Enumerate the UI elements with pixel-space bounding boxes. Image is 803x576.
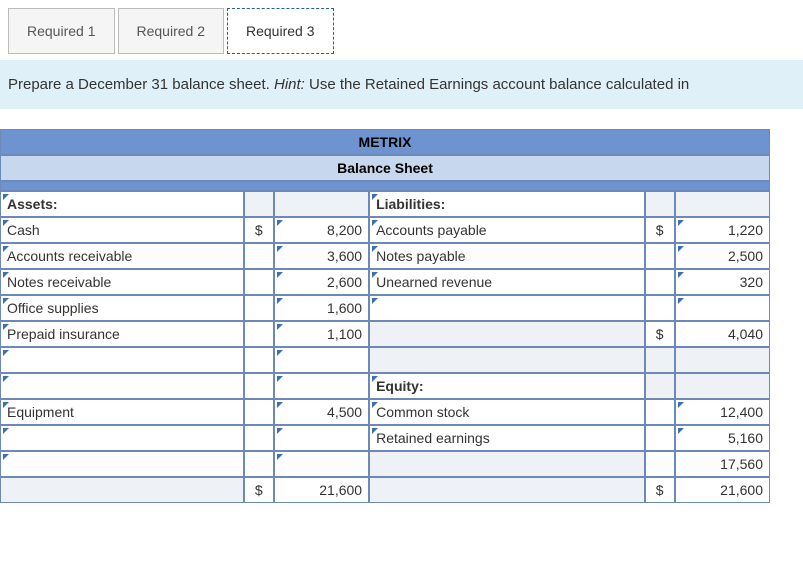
grand-total: 21,600 <box>675 477 770 503</box>
tabs-bar: Required 1 Required 2 Required 3 <box>8 8 803 54</box>
liab-label[interactable]: Notes payable <box>369 243 645 269</box>
asset-label[interactable]: Equipment <box>0 399 244 425</box>
blank-cell <box>369 477 645 503</box>
currency-symbol <box>244 243 274 269</box>
currency-symbol: $ <box>244 477 274 503</box>
blank-cell <box>675 191 770 217</box>
asset-value[interactable]: 3,600 <box>274 243 369 269</box>
currency-symbol: $ <box>645 217 675 243</box>
blank-cell <box>244 191 274 217</box>
equity-header[interactable]: Equity: <box>369 373 645 399</box>
tab-required-1[interactable]: Required 1 <box>8 8 115 54</box>
asset-label[interactable] <box>0 425 244 451</box>
currency-symbol <box>645 451 675 477</box>
currency-symbol <box>244 399 274 425</box>
asset-label[interactable] <box>0 347 244 373</box>
currency-symbol <box>244 295 274 321</box>
hint-label: Hint: <box>274 76 305 93</box>
currency-symbol <box>244 425 274 451</box>
liab-value[interactable]: 2,500 <box>675 243 770 269</box>
blank-cell <box>0 477 244 503</box>
currency-symbol: $ <box>645 321 675 347</box>
sheet-title: Balance Sheet <box>0 155 770 181</box>
asset-value[interactable]: 1,100 <box>274 321 369 347</box>
currency-symbol <box>645 425 675 451</box>
currency-symbol <box>645 295 675 321</box>
currency-symbol: $ <box>645 477 675 503</box>
liab-label[interactable] <box>369 295 645 321</box>
liabilities-header[interactable]: Liabilities: <box>369 191 645 217</box>
asset-label[interactable]: Prepaid insurance <box>0 321 244 347</box>
blank-cell <box>675 347 770 373</box>
asset-label[interactable]: Office supplies <box>0 295 244 321</box>
blank-cell <box>675 373 770 399</box>
equity-value[interactable]: 12,400 <box>675 399 770 425</box>
tab-required-3[interactable]: Required 3 <box>227 8 334 54</box>
blank-cell <box>274 191 369 217</box>
liab-value[interactable]: 1,220 <box>675 217 770 243</box>
blank-cell <box>645 347 675 373</box>
blank-cell <box>645 373 675 399</box>
blank-cell <box>645 191 675 217</box>
currency-symbol <box>645 269 675 295</box>
assets-total: 21,600 <box>274 477 369 503</box>
asset-value[interactable]: 4,500 <box>274 399 369 425</box>
spacer <box>0 181 770 191</box>
balance-sheet-table: METRIX Balance Sheet Assets: Liabilities… <box>0 129 770 503</box>
asset-value[interactable] <box>274 451 369 477</box>
blank-cell <box>369 347 645 373</box>
currency-symbol: $ <box>244 217 274 243</box>
currency-symbol <box>244 347 274 373</box>
liab-total: 4,040 <box>675 321 770 347</box>
asset-value[interactable]: 8,200 <box>274 217 369 243</box>
asset-value[interactable] <box>274 373 369 399</box>
liab-value[interactable] <box>675 295 770 321</box>
equity-label[interactable]: Common stock <box>369 399 645 425</box>
assets-header[interactable]: Assets: <box>0 191 244 217</box>
blank-cell <box>369 451 645 477</box>
instruction-pre: Prepare a December 31 balance sheet. <box>8 76 274 93</box>
currency-symbol <box>645 399 675 425</box>
equity-label[interactable]: Retained earnings <box>369 425 645 451</box>
instruction-banner: Prepare a December 31 balance sheet. Hin… <box>0 60 803 109</box>
instruction-post: Use the Retained Earnings account balanc… <box>305 76 689 93</box>
currency-symbol <box>244 451 274 477</box>
blank-cell <box>369 321 645 347</box>
company-name: METRIX <box>0 129 770 155</box>
currency-symbol <box>244 321 274 347</box>
liab-value[interactable]: 320 <box>675 269 770 295</box>
currency-symbol <box>244 269 274 295</box>
asset-value[interactable]: 2,600 <box>274 269 369 295</box>
asset-label[interactable] <box>0 451 244 477</box>
asset-label[interactable]: Cash <box>0 217 244 243</box>
currency-symbol <box>244 373 274 399</box>
liab-label[interactable]: Accounts payable <box>369 217 645 243</box>
liab-label[interactable]: Unearned revenue <box>369 269 645 295</box>
asset-value[interactable] <box>274 347 369 373</box>
asset-value[interactable]: 1,600 <box>274 295 369 321</box>
asset-value[interactable] <box>274 425 369 451</box>
asset-label[interactable]: Notes receivable <box>0 269 244 295</box>
currency-symbol <box>645 243 675 269</box>
asset-label[interactable] <box>0 373 244 399</box>
equity-subtotal: 17,560 <box>675 451 770 477</box>
tab-required-2[interactable]: Required 2 <box>118 8 225 54</box>
asset-label[interactable]: Accounts receivable <box>0 243 244 269</box>
equity-value[interactable]: 5,160 <box>675 425 770 451</box>
